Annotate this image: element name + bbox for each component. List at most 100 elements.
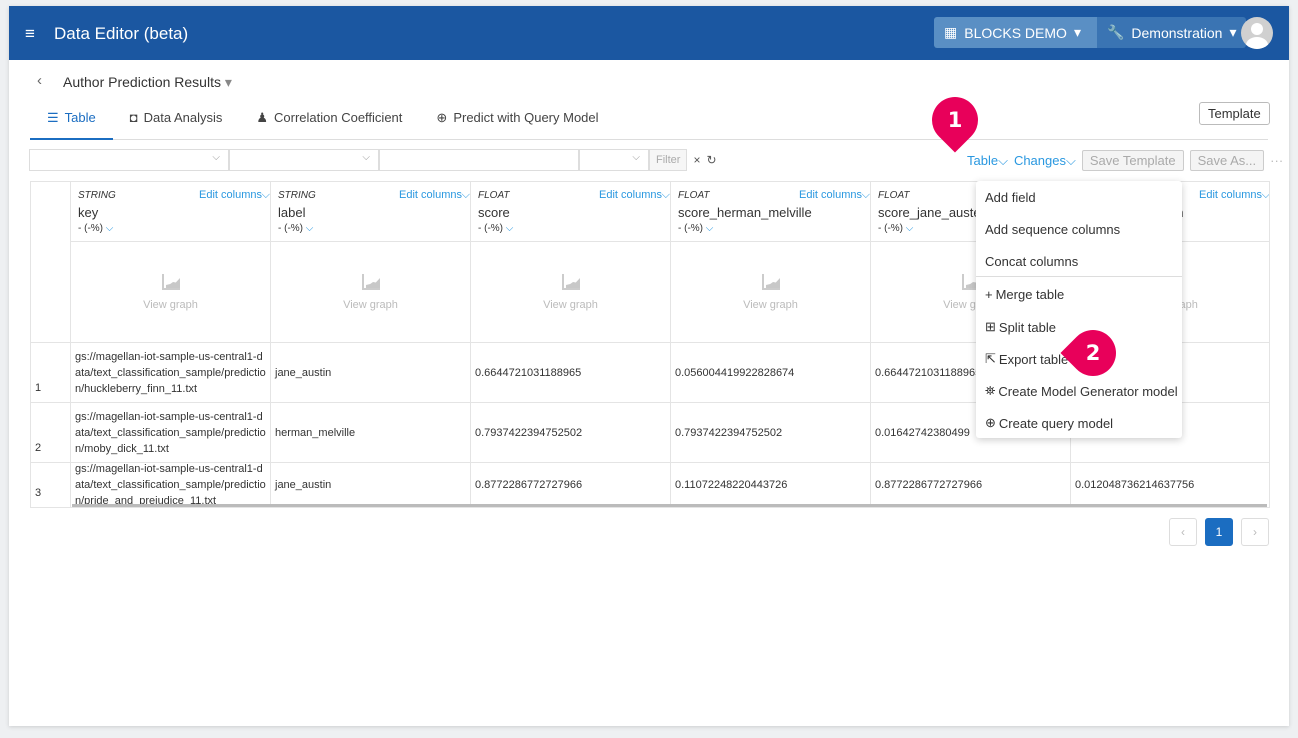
menu-item-add-sequence-columns[interactable]: Add sequence columns — [985, 222, 1120, 237]
column-stat[interactable]: - (-%) ⌵ — [478, 223, 513, 234]
tab-data-analysis[interactable]: ◘ Data Analysis — [113, 110, 240, 140]
filter-extra-select[interactable]: ⌵ — [579, 149, 649, 171]
prev-page-button[interactable]: ‹ — [1169, 518, 1197, 546]
template-button[interactable]: Template — [1199, 102, 1270, 125]
grid-icon: ⊞ — [985, 319, 996, 334]
filter-operator-select[interactable]: ⌵ — [229, 149, 379, 171]
row-number: 1 — [31, 343, 71, 403]
column-stat-text: - (-%) — [478, 223, 503, 234]
menu-item-export-table[interactable]: ⇱ Export table — [985, 351, 1068, 367]
view-graph-link[interactable]: View graph — [271, 299, 470, 311]
table-dropdown-menu: Add field Add sequence columns Concat co… — [976, 181, 1182, 438]
menu-item-merge-table[interactable]: + Merge table — [985, 287, 1064, 302]
edit-columns-button[interactable]: Edit columns — [799, 189, 862, 201]
view-graph-link[interactable]: View graph — [71, 299, 270, 311]
column-stat[interactable]: - (-%) ⌵ — [78, 223, 113, 234]
menu-item-create-query-model[interactable]: ⊕ Create query model — [985, 415, 1113, 431]
chevron-down-icon: ⌵ — [632, 152, 640, 163]
hamburger-icon[interactable]: ≡ — [25, 24, 35, 44]
project-selector[interactable]: 🔧 Demonstration ▾ — [1096, 17, 1247, 48]
filter-button[interactable]: Filter — [649, 149, 688, 171]
column-name: score_jane_austen — [878, 205, 988, 220]
column-stat[interactable]: - (-%) ⌵ — [878, 223, 913, 234]
table-cell[interactable]: 0.7937422394752502 — [471, 403, 671, 463]
org-selector[interactable]: ▦ BLOCKS DEMO ▾ — [934, 17, 1097, 48]
column-name: score — [478, 205, 510, 220]
app-header: ≡ Data Editor (beta) ▦ BLOCKS DEMO ▾ 🔧 Demo… — [9, 6, 1289, 60]
table-cell[interactable]: jane_austin — [271, 343, 471, 403]
chevron-down-icon: ⌵ — [661, 189, 670, 201]
tab-table[interactable]: ☰ Table — [30, 110, 113, 140]
network-icon: ⛯ — [985, 383, 996, 398]
column-stat[interactable]: - (-%) ⌵ — [678, 223, 713, 234]
avatar[interactable] — [1241, 17, 1273, 49]
chevron-down-icon: ⌵ — [212, 152, 220, 163]
plus-icon: + — [985, 287, 993, 302]
edit-columns-button[interactable]: Edit columns — [1199, 189, 1262, 201]
refresh-icon[interactable]: ↻ — [706, 149, 716, 171]
chevron-down-icon: ⌵ — [362, 152, 370, 163]
table-cell[interactable]: gs://magellan-iot-sample-us-central1-dat… — [71, 403, 271, 463]
column-type: FLOAT — [678, 190, 710, 201]
query-icon: ⊕ — [436, 110, 448, 125]
tab-correlation-coefficient[interactable]: ♟ Correlation Coefficient — [239, 110, 419, 140]
changes-menu-button[interactable]: Changes⌵ — [1014, 153, 1076, 169]
app-title: Data Editor (beta) — [54, 24, 189, 43]
building-icon: ▦ — [944, 24, 958, 40]
edit-columns-button[interactable]: Edit columns — [399, 189, 462, 201]
table-cell[interactable]: herman_melville — [271, 403, 471, 463]
filter-bar: ⌵ ⌵ ⌵ Filter × ↻ — [29, 149, 717, 171]
page-1-button[interactable]: 1 — [1205, 518, 1233, 546]
page-title[interactable]: Author Prediction Results ▾ — [63, 74, 232, 91]
cell-value: jane_austin — [275, 366, 332, 379]
table-cell[interactable]: 0.11072248220443726 — [671, 463, 871, 507]
save-as-button[interactable]: Save As... — [1189, 150, 1265, 171]
edit-columns-button[interactable]: Edit columns — [599, 189, 662, 201]
row-number-text: 2 — [35, 442, 42, 454]
edit-columns-button[interactable]: Edit columns — [199, 189, 262, 201]
view-graph-cell[interactable]: View graph — [71, 242, 271, 343]
lightbulb-icon: ♟ — [256, 110, 269, 125]
next-page-button[interactable]: › — [1241, 518, 1269, 546]
filter-column-select[interactable]: ⌵ — [29, 149, 229, 171]
chevron-down-icon: ⌵ — [861, 189, 870, 201]
caret-down-icon: ▾ — [1229, 24, 1237, 40]
query-icon: ⊕ — [985, 415, 996, 430]
view-graph-cell[interactable]: View graph — [471, 242, 671, 343]
cell-value: 0.6644721031188965 — [875, 366, 982, 379]
save-template-button[interactable]: Save Template — [1081, 150, 1184, 171]
table-cell[interactable]: 0.6644721031188965 — [471, 343, 671, 403]
table-cell[interactable]: 0.7937422394752502 — [671, 403, 871, 463]
more-icon[interactable]: ··· — [1270, 153, 1283, 168]
column-stat-text: - (-%) — [878, 223, 903, 234]
view-graph-cell[interactable]: View graph — [671, 242, 871, 343]
table-cell[interactable]: jane_austin — [271, 463, 471, 507]
cell-value: 0.11072248220443726 — [675, 479, 788, 491]
column-stat[interactable]: - (-%) ⌵ — [278, 223, 313, 234]
table-cell[interactable]: gs://magellan-iot-sample-us-central1-dat… — [71, 463, 271, 507]
cell-value: gs://magellan-iot-sample-us-central1-dat… — [75, 463, 266, 507]
menu-item-split-table[interactable]: ⊞ Split table — [985, 319, 1056, 335]
filter-value-input[interactable] — [379, 149, 579, 171]
column-type: FLOAT — [478, 190, 510, 201]
view-graph-link[interactable]: View graph — [471, 299, 670, 311]
clear-filter-icon[interactable]: × — [693, 149, 700, 171]
table-menu-button[interactable]: Table⌵ — [967, 153, 1008, 169]
table-cell[interactable]: 0.8772286772727966 — [471, 463, 671, 507]
table-cell[interactable]: gs://magellan-iot-sample-us-central1-dat… — [71, 343, 271, 403]
table-cell[interactable]: 0.012048736214637756 — [1071, 463, 1269, 507]
callout-marker-2: 2 — [1060, 320, 1126, 386]
table-cell[interactable]: 0.8772286772727966 — [871, 463, 1071, 507]
tab-predict-query-model[interactable]: ⊕ Predict with Query Model — [419, 110, 615, 140]
view-graph-cell[interactable]: View graph — [271, 242, 471, 343]
menu-item-add-field[interactable]: Add field — [985, 190, 1036, 205]
chart-icon — [562, 274, 580, 290]
table-icon: ☰ — [47, 110, 59, 125]
menu-item-create-model-generator-model[interactable]: ⛯ Create Model Generator model — [985, 383, 1178, 399]
chart-icon — [762, 274, 780, 290]
view-graph-link[interactable]: View graph — [671, 299, 870, 311]
back-chevron-icon[interactable]: ‹ — [37, 72, 42, 89]
horizontal-scrollbar[interactable] — [72, 504, 1267, 507]
menu-item-concat-columns[interactable]: Concat columns — [985, 254, 1078, 269]
table-cell[interactable]: 0.056004419922828674 — [671, 343, 871, 403]
